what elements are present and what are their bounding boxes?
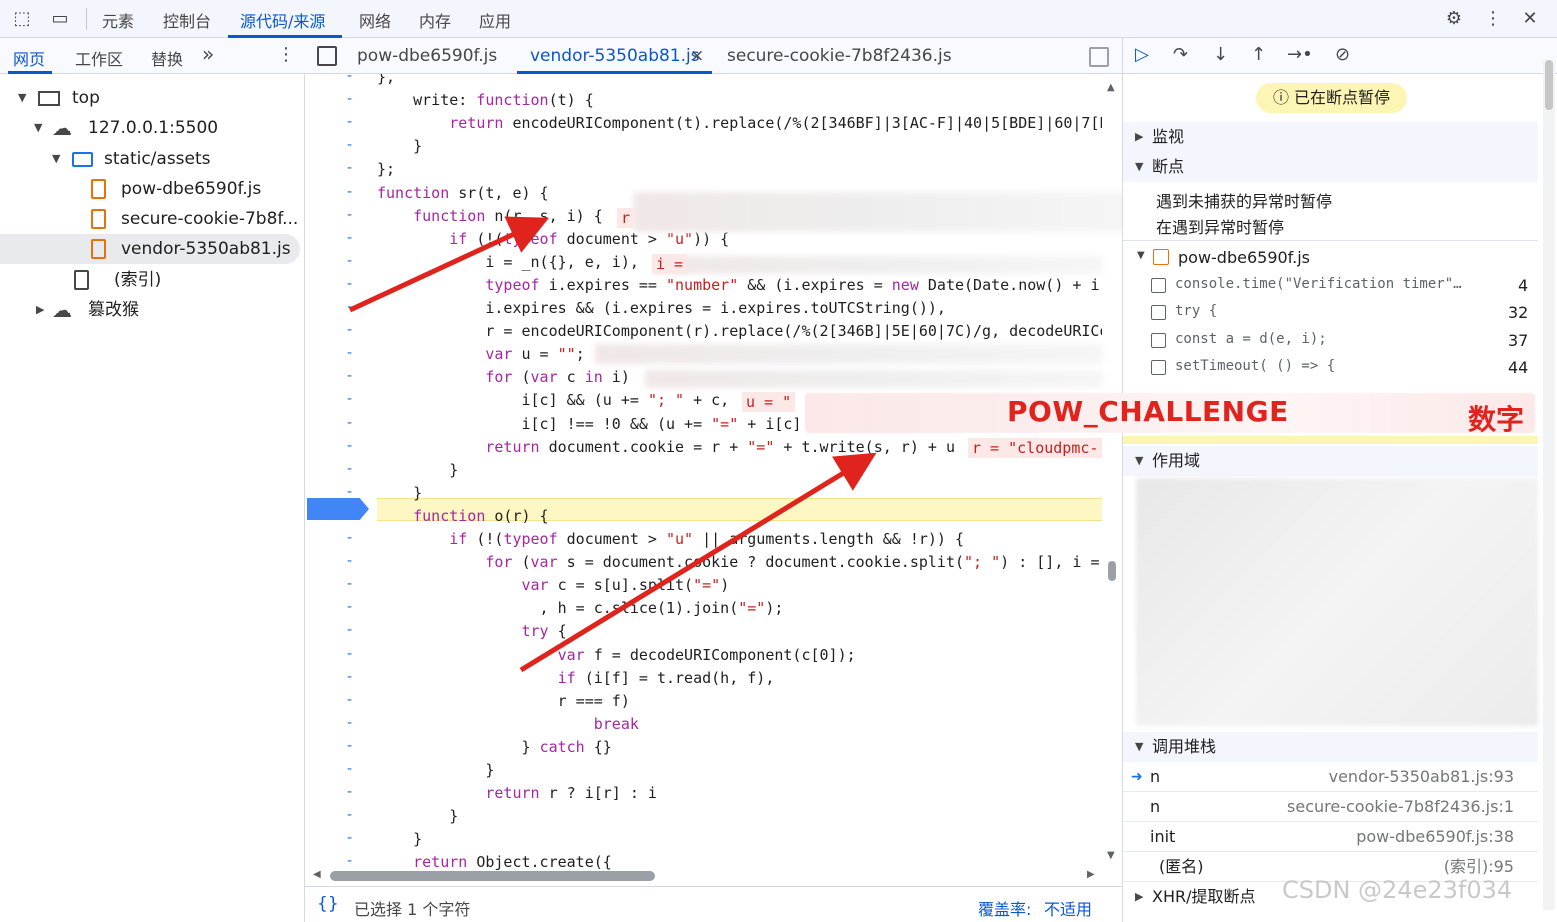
watermark: CSDN @24e23f034 [1282,876,1513,904]
arrow-to-s-param [348,216,550,313]
annotation-arrows [348,216,877,673]
arrow-to-write-arg [519,452,877,673]
